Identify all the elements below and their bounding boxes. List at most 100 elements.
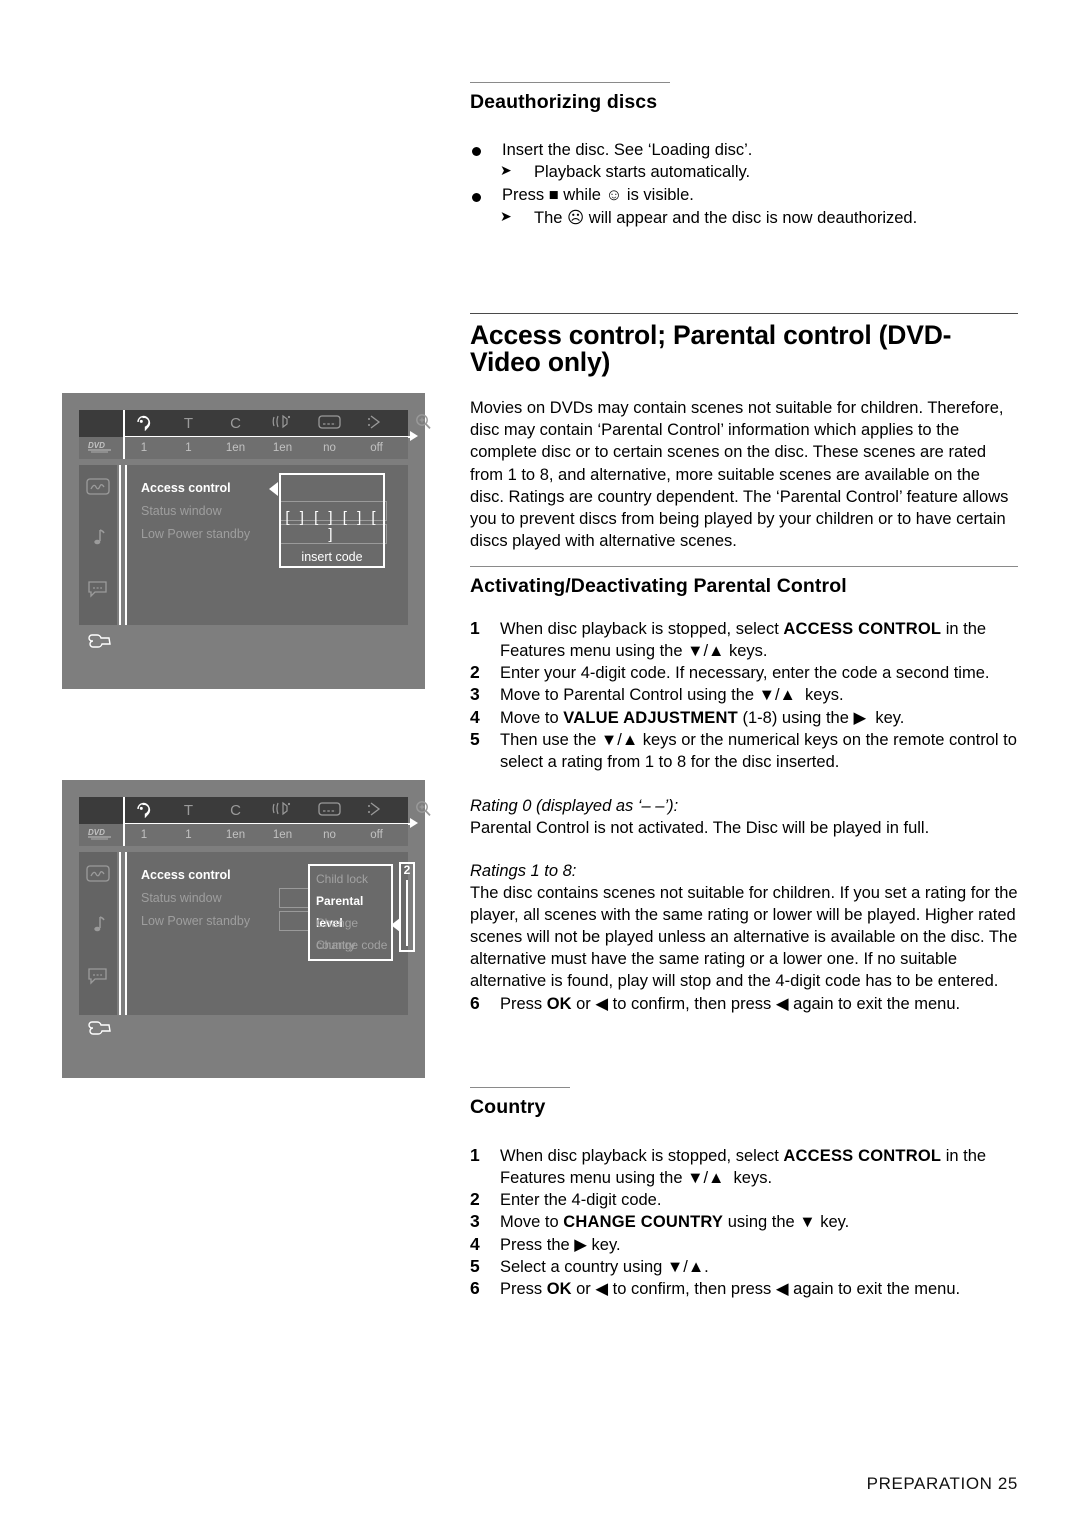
list-item: 2 Enter the 4-digit code. — [470, 1189, 1018, 1211]
svg-text:DVD: DVD — [88, 828, 105, 837]
value-zoom: off — [370, 829, 383, 841]
audio-settings-icon[interactable] — [90, 528, 106, 552]
language-settings-icon[interactable] — [87, 580, 109, 603]
ratings18-label: Ratings 1 to 8: — [470, 861, 577, 880]
section-heading: Activating/Deactivating Parental Control — [470, 575, 847, 597]
values-divider — [123, 824, 125, 846]
value-subtitle: 1en — [272, 829, 293, 841]
zoom-icon-svg — [415, 413, 431, 429]
face-icon[interactable] — [123, 413, 165, 435]
code-entry-placeholders[interactable]: [ ] [ ] [ ] [ ] — [281, 509, 383, 543]
audio-icon[interactable] — [259, 413, 306, 434]
audio-icon[interactable] — [259, 800, 306, 821]
intro-paragraph: Movies on DVDs may contain scenes not su… — [470, 399, 1009, 551]
chapter-icon[interactable]: C — [212, 415, 259, 432]
value-chapter: 1 — [185, 442, 192, 454]
ratings18-text: The disc contains scenes not suitable fo… — [470, 883, 1018, 991]
result-arrow-icon: ➤ — [500, 162, 512, 179]
list-item: 1 When disc playback is stopped, select … — [470, 618, 1018, 662]
svg-text:DVD: DVD — [88, 441, 105, 450]
features-settings-icon[interactable] — [85, 633, 111, 654]
parental-level-slider[interactable]: 2 — [399, 862, 415, 952]
slider-track — [406, 880, 408, 946]
submenu-item-parental-level[interactable]: Parental level — [316, 890, 391, 930]
audio-icon-svg — [272, 801, 290, 816]
picture-settings-icon[interactable] — [86, 478, 110, 499]
step-text: Enter the 4-digit code. — [500, 1191, 662, 1210]
section-rule — [470, 566, 1018, 567]
rating0-label: Rating 0 (displayed as ‘– –’): — [470, 797, 679, 816]
submenu-item-child-lock[interactable]: Child lock — [316, 868, 391, 890]
list-item: 2 Enter your 4-digit code. If necessary,… — [470, 662, 1018, 684]
step-text: Press OK or ◀ to confirm, then press ◀ a… — [500, 1279, 961, 1298]
osd-overlay-2: T C DVD 1 1 1en 1en no off Access contro… — [79, 797, 431, 1035]
title-icon[interactable]: T — [165, 802, 212, 819]
list-item: Press ■ while ☺ is visible. — [470, 184, 1018, 207]
step-text: Enter your 4-digit code. If necessary, e… — [500, 664, 990, 683]
osd-body-1: Access control Status window Low Power s… — [79, 465, 408, 648]
bullet-dot-icon — [472, 192, 481, 202]
subtitle-icon[interactable] — [306, 801, 353, 821]
value-chapter: 1 — [185, 829, 192, 841]
step-number: 6 — [470, 1277, 480, 1298]
activating-steps: 1 When disc playback is stopped, select … — [470, 618, 1018, 773]
osd-overlay-1: T C DVD 1 1 1en 1en no off Access contro… — [79, 410, 431, 648]
deauthorizing-steps: Insert the disc. See ‘Loading disc’. ➤ P… — [470, 139, 1018, 229]
step-number: 5 — [470, 1255, 480, 1276]
subtitle-icon-svg — [318, 801, 341, 816]
angle-icon-svg — [367, 414, 380, 429]
topbar-divider — [123, 797, 125, 824]
face-icon-svg — [137, 802, 151, 818]
submenu-item-change-country[interactable]: Change country — [316, 912, 391, 952]
section-rule — [470, 1087, 570, 1088]
osd-topbar-2: T C — [79, 797, 431, 828]
subtitle-icon[interactable] — [306, 414, 353, 434]
face-icon[interactable] — [123, 800, 165, 822]
step-number: 2 — [470, 662, 480, 683]
list-item: 5 Then use the ▼/▲ keys or the numerical… — [470, 729, 1018, 773]
rail-separator-2 — [119, 852, 121, 1015]
step-number: 1 — [470, 1144, 480, 1165]
step-number: 2 — [470, 1189, 480, 1210]
step-number: 5 — [470, 728, 480, 749]
value-title: 1 — [140, 442, 148, 454]
screenshot-osd-insert-code: T C DVD 1 1 1en 1en no off Access contro… — [62, 393, 431, 689]
title-icon[interactable]: T — [165, 415, 212, 432]
disc-type-label: DVD — [79, 827, 123, 844]
value-audio: 1en — [225, 442, 246, 454]
step-text: Move to Parental Control using the ▼/▲ k… — [500, 686, 844, 705]
zoom-icon[interactable] — [400, 413, 447, 435]
step-text: Move to CHANGE COUNTRY using the ▼ key. — [500, 1213, 850, 1232]
zoom-icon[interactable] — [400, 800, 447, 822]
list-item: 6 Press OK or ◀ to confirm, then press ◀… — [470, 1278, 1018, 1300]
country-steps: 1 When disc playback is stopped, select … — [470, 1145, 1018, 1300]
picture-settings-icon[interactable] — [86, 865, 110, 886]
osd-topbar-values-1: DVD 1 1 1en 1en no off — [79, 437, 408, 459]
audio-settings-icon[interactable] — [90, 915, 106, 939]
step-number: 3 — [470, 1211, 480, 1232]
angle-icon[interactable] — [353, 801, 400, 821]
rating0-text: Parental Control is not activated. The D… — [470, 819, 930, 838]
values-divider — [123, 437, 125, 459]
list-item-label: Insert the disc. See ‘Loading disc’. — [502, 140, 753, 159]
value-title: 1 — [140, 829, 148, 841]
submenu-item-change-code[interactable]: Change code — [316, 934, 391, 956]
topbar-arrow-head — [410, 818, 418, 828]
topbar-arrow-head — [410, 431, 418, 441]
dvd-logo-icon: DVD — [88, 828, 111, 839]
face-icon-svg — [137, 415, 151, 431]
step-text: Press OK or ◀ to confirm, then press ◀ a… — [500, 994, 961, 1013]
value-angle: no — [323, 829, 336, 841]
value-angle: no — [323, 442, 336, 454]
angle-icon[interactable] — [353, 414, 400, 434]
features-settings-icon[interactable] — [85, 1020, 111, 1041]
list-item: 4 Move to VALUE ADJUSTMENT (1-8) using t… — [470, 707, 1018, 729]
chapter-icon[interactable]: C — [212, 802, 259, 819]
language-settings-icon[interactable] — [87, 967, 109, 990]
step-text: When disc playback is stopped, select AC… — [500, 619, 987, 661]
deauthorizing-section: Deauthorizing discs Insert the disc. See… — [470, 82, 1018, 229]
osd-topbar-1: T C — [79, 410, 431, 441]
topbar-divider — [123, 410, 125, 437]
list-item: 6 Press OK or ◀ to confirm, then press ◀… — [470, 993, 1018, 1015]
page-footer: PREPARATION 25 — [866, 1474, 1018, 1493]
